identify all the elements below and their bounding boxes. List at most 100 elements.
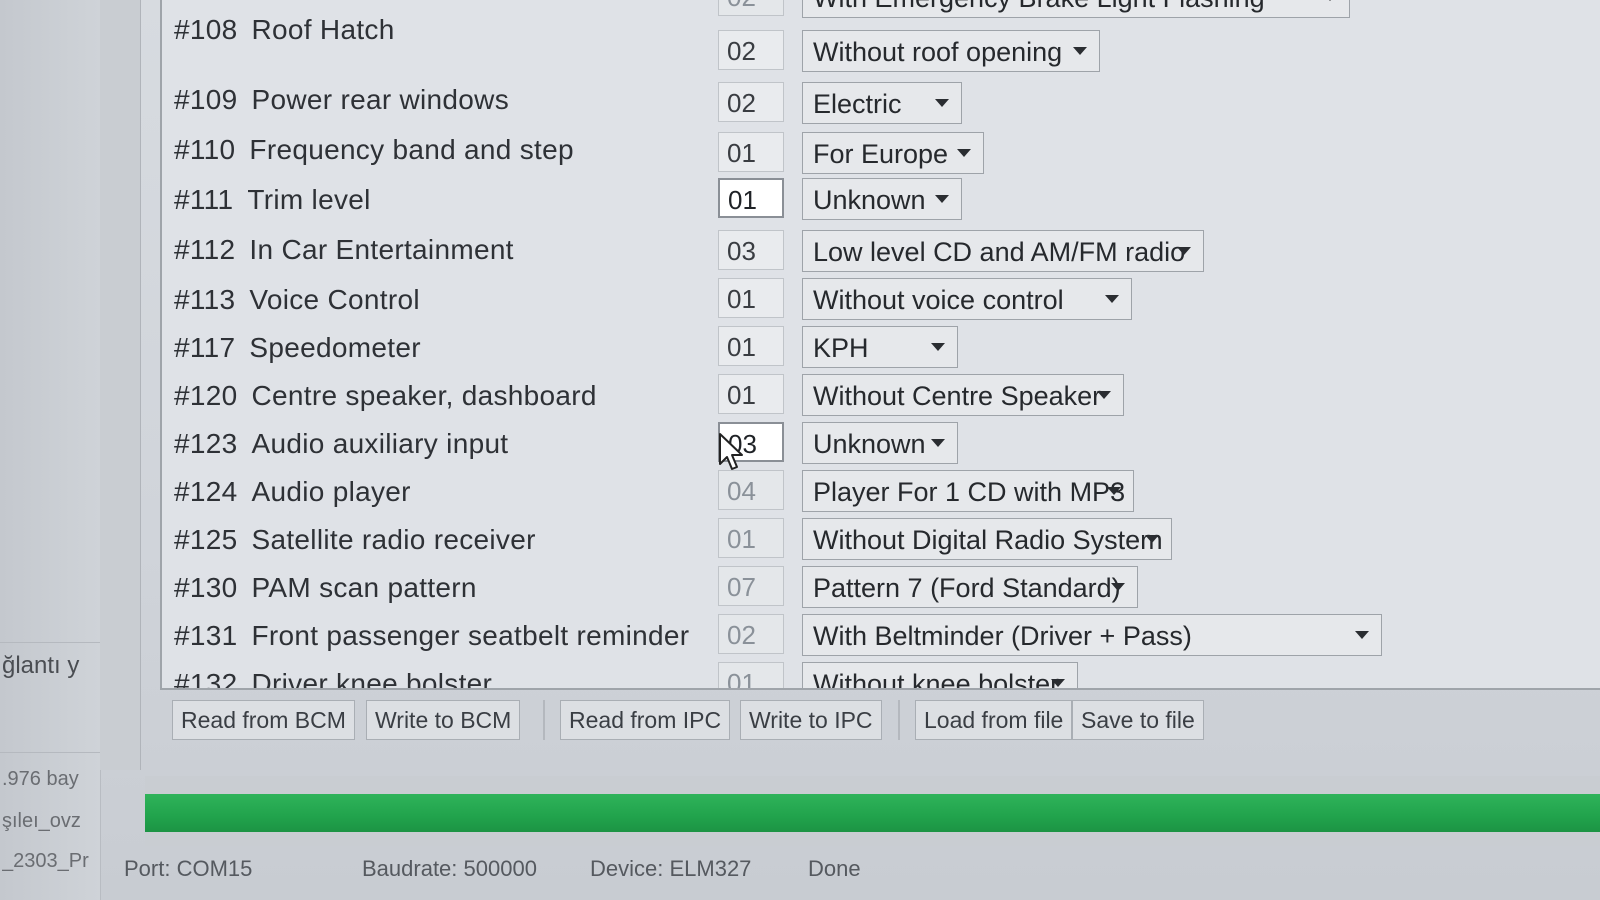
progress-bar [145,776,1600,846]
chevron-down-icon [1051,679,1065,687]
side-text: ğlantı y [2,652,80,679]
row-label: #111 Trim level [174,184,371,216]
status-state: Done [808,856,861,881]
side-text: .976 bay [2,768,79,790]
value-dropdown[interactable]: KPH [802,326,958,368]
chevron-down-icon [1107,487,1121,495]
code-field-active[interactable]: 01 [718,178,784,218]
row-name: Trim level [247,184,371,215]
read-from-bcm-button[interactable]: Read from BCM [172,700,355,740]
code-field[interactable]: 02 [718,82,784,122]
load-from-file-button[interactable]: Load from file [915,700,1073,740]
value-dropdown[interactable]: Without roof opening [802,30,1100,72]
chevron-down-icon [931,439,945,447]
value-dropdown[interactable]: For Europe [802,132,984,174]
chevron-down-icon [1097,391,1111,399]
read-from-ipc-button[interactable]: Read from IPC [560,700,731,740]
dropdown-value: Without voice control [813,285,1064,315]
value-dropdown[interactable]: Player For 1 CD with MP3 [802,470,1134,512]
chevron-down-icon [1111,583,1125,591]
row-name: Satellite radio receiver [251,524,536,555]
row-number: #124 [174,476,238,507]
value-dropdown[interactable]: Electric [802,82,962,124]
row-name: Roof Hatch [251,14,395,45]
save-to-file-button[interactable]: Save to file [1072,700,1204,740]
row-number: #109 [174,84,238,115]
row-number: #123 [174,428,238,459]
row-number: #132 [174,668,238,690]
code-field[interactable]: 01 [718,132,784,172]
value-dropdown[interactable]: Without voice control [802,278,1132,320]
list-row: #125 Satellite radio receiver 01 Without … [162,516,1600,564]
list-row: #111 Trim level 01 Unknown [162,176,1600,224]
config-list[interactable]: 02 With Emergency Brake Light Flashing #… [160,0,1600,690]
side-divider [0,642,100,643]
code-field[interactable]: 01 [718,278,784,318]
code-field[interactable]: 03 [718,230,784,270]
row-label: #132 Driver knee bolster [174,668,492,690]
code-field[interactable]: 02 [718,30,784,70]
row-name: Power rear windows [251,84,509,115]
dropdown-value: Low level CD and AM/FM radio [813,237,1186,267]
row-label: #120 Centre speaker, dashboard [174,380,597,412]
list-row: #117 Speedometer 01 KPH [162,324,1600,372]
side-pane: ğlantı y .976 bay şıleı_ovz _2303_Pr [0,0,101,900]
dropdown-value: Player For 1 CD with MP3 [813,477,1126,507]
code-field[interactable]: 02 [718,614,784,654]
code-field[interactable]: 01 [718,662,784,688]
row-label: #117 Speedometer [174,332,421,364]
status-baudrate: Baudrate: 500000 [362,856,537,881]
dropdown-value: Without knee bolster [813,669,1060,690]
dropdown-value: Without roof opening [813,37,1063,67]
value-dropdown[interactable]: With Beltminder (Driver + Pass) [802,614,1382,656]
list-row: #109 Power rear windows 02 Electric [162,76,1600,124]
app-window: ğlantı y .976 bay şıleı_ovz _2303_Pr 02 … [0,0,1600,900]
row-name: Audio auxiliary input [251,428,509,459]
write-to-bcm-button[interactable]: Write to BCM [366,700,521,740]
value-dropdown[interactable]: Without Digital Radio System [802,518,1172,560]
row-label: #110 Frequency band and step [174,134,574,166]
chevron-down-icon [935,195,949,203]
row-name: Audio player [251,476,411,507]
list-row: #130 PAM scan pattern 07 Pattern 7 (Ford … [162,564,1600,612]
write-to-ipc-button[interactable]: Write to IPC [740,700,882,740]
row-name: Centre speaker, dashboard [251,380,597,411]
chevron-down-icon [957,149,971,157]
value-dropdown[interactable]: Without Centre Speaker [802,374,1124,416]
list-row: #120 Centre speaker, dashboard 01 Without… [162,372,1600,420]
list-row: #124 Audio player 04 Player For 1 CD with… [162,468,1600,516]
code-field[interactable]: 04 [718,470,784,510]
side-divider [0,752,100,753]
row-number: #113 [174,284,236,315]
status-device: Device: ELM327 [590,856,752,881]
row-label: #112 In Car Entertainment [174,234,514,266]
list-row: #113 Voice Control 01 Without voice contr… [162,276,1600,324]
row-label: #123 Audio auxiliary input [174,428,508,460]
dropdown-value: With Beltminder (Driver + Pass) [813,621,1192,651]
dropdown-value: Pattern 7 (Ford Standard) [813,573,1121,603]
code-field[interactable]: 01 [718,518,784,558]
row-label: #108 Roof Hatch [174,14,395,46]
code-field[interactable]: 01 [718,326,784,366]
value-dropdown[interactable]: Unknown [802,178,962,220]
chevron-down-icon [1145,535,1159,543]
list-row: #112 In Car Entertainment 03 Low level CD… [162,226,1600,274]
value-dropdown[interactable]: Unknown [802,422,958,464]
row-number: #120 [174,380,238,411]
value-dropdown[interactable]: Low level CD and AM/FM radio [802,230,1204,272]
row-name: Voice Control [249,284,420,315]
row-number: #131 [174,620,238,651]
code-field[interactable]: 07 [718,566,784,606]
list-row: #132 Driver knee bolster 01 Without knee … [162,660,1600,690]
row-number: #112 [174,234,236,265]
value-dropdown[interactable]: Pattern 7 (Ford Standard) [802,566,1138,608]
progress-fill [145,794,1600,832]
list-row: #108 Roof Hatch 02 Without roof opening [162,6,1600,72]
row-number: #117 [174,332,236,363]
dropdown-value: Unknown [813,185,926,215]
panel-border-strip [100,0,141,770]
chevron-down-icon [931,343,945,351]
mouse-pointer-icon [719,433,743,470]
value-dropdown[interactable]: Without knee bolster [802,662,1078,690]
code-field[interactable]: 01 [718,374,784,414]
